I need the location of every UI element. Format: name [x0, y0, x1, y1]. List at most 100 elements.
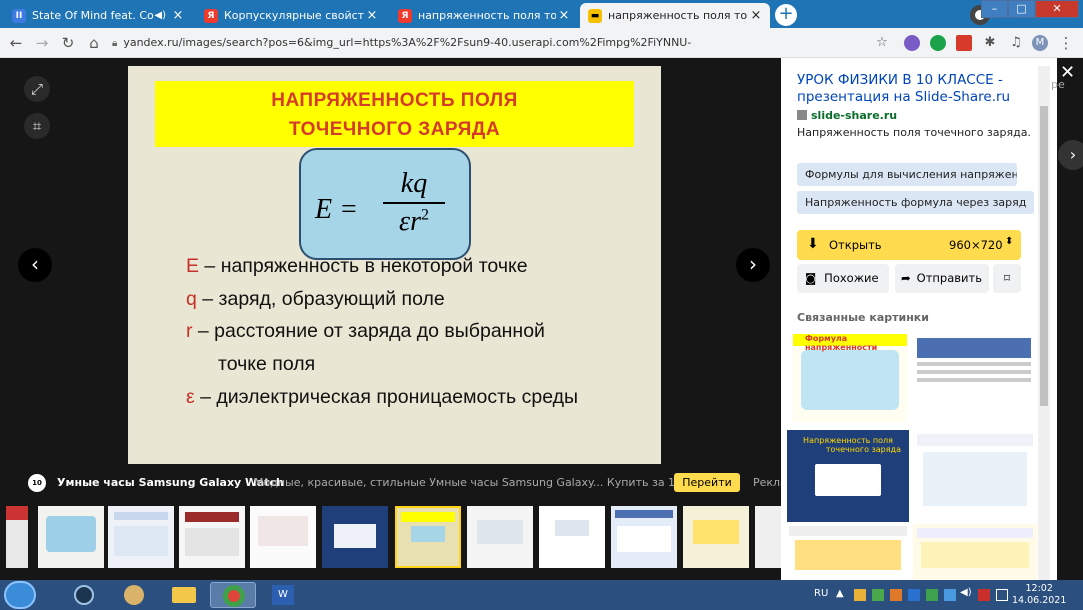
- maximize-button[interactable]: □: [1008, 0, 1035, 18]
- chrome-taskbar-icon[interactable]: [210, 582, 256, 608]
- tray-app-icon[interactable]: [872, 589, 884, 601]
- thumbnail-strip: [0, 506, 781, 572]
- definition-line: ε – диэлектрическая проницаемость среды: [186, 386, 579, 408]
- crop-icon[interactable]: ⌗: [24, 113, 50, 139]
- camera-icon: ◙: [805, 271, 817, 285]
- start-button[interactable]: [4, 581, 36, 609]
- search-suggestion-chip[interactable]: Напряженность формула через заряд: [797, 191, 1035, 214]
- source-title[interactable]: УРОК ФИЗИКИ В 10 КЛАССЕ - презентация на…: [797, 72, 1037, 106]
- related-image[interactable]: [913, 334, 1035, 422]
- thumbnail[interactable]: [467, 506, 533, 568]
- thumbnail[interactable]: [755, 506, 781, 568]
- thumbnail[interactable]: [539, 506, 605, 568]
- ad-description: Модные, красивые, стильные Умные часы Sa…: [254, 476, 721, 489]
- ad-title[interactable]: Умные часы Samsung Galaxy Watch: [57, 476, 284, 489]
- explorer-taskbar-icon[interactable]: [160, 582, 206, 608]
- related-image[interactable]: Напряженность поля точечного заряда: [787, 430, 909, 522]
- tray-arrow-icon[interactable]: ▲: [836, 588, 844, 599]
- bookmark-icon[interactable]: ⌑: [993, 264, 1021, 293]
- new-tab-button[interactable]: +: [775, 4, 797, 26]
- yandex-icon: Я: [398, 8, 412, 23]
- speaker-icon[interactable]: ◀︎): [154, 10, 166, 21]
- share-button[interactable]: ➦ Отправить: [895, 264, 989, 293]
- bookmark-star-icon[interactable]: ☆: [872, 33, 892, 53]
- thumbnail[interactable]: [6, 506, 28, 568]
- forward-button[interactable]: →: [32, 33, 52, 53]
- next-page-button[interactable]: ›: [1058, 140, 1083, 170]
- source-description: Напряженность поля точечного заряда.: [797, 126, 1031, 139]
- browser-toolbar: ← → ↻ ⌂ 🔒︎ yandex.ru/images/search?pos=6&…: [0, 28, 1083, 72]
- tray-app-icon[interactable]: [926, 589, 938, 601]
- notification-icon[interactable]: [996, 589, 1008, 601]
- shield-check-icon[interactable]: [930, 35, 946, 51]
- steam-taskbar-icon[interactable]: [60, 582, 106, 608]
- extension-icon[interactable]: [956, 35, 972, 51]
- close-tab-icon[interactable]: ×: [556, 8, 572, 23]
- yandex-icon: Я: [204, 8, 218, 23]
- tab-field-strength-active[interactable]: ▬ напряженность поля точечного ×: [580, 3, 770, 28]
- formula-fraction: kq εr2: [383, 168, 445, 238]
- definition-line: r – расстояние от заряда до выбранной: [186, 320, 545, 342]
- tab-music[interactable]: II State Of Mind feat. Coppa — ◀︎) ×: [4, 3, 192, 28]
- system-clock[interactable]: 12:02 14.06.2021: [1012, 583, 1066, 607]
- reload-button[interactable]: ↻: [58, 33, 78, 53]
- thumbnail[interactable]: [250, 506, 316, 568]
- scrollbar-thumb[interactable]: [1040, 106, 1048, 406]
- size-select-icon[interactable]: ⬍: [1005, 236, 1013, 247]
- media-control-icon[interactable]: ♫: [1006, 33, 1026, 53]
- thumbnail-selected[interactable]: [395, 506, 461, 568]
- close-tab-icon[interactable]: ×: [170, 8, 186, 23]
- extension-icon[interactable]: [904, 35, 920, 51]
- site-icon: [797, 110, 807, 120]
- puzzle-icon[interactable]: ✱: [980, 33, 1000, 53]
- tray-app-icon[interactable]: [908, 589, 920, 601]
- thumbnail[interactable]: [179, 506, 245, 568]
- close-window-button[interactable]: ✕: [1035, 0, 1079, 18]
- tab-bar: II State Of Mind feat. Coppa — ◀︎) × Я К…: [0, 0, 1083, 28]
- minimize-button[interactable]: –: [981, 0, 1008, 18]
- search-suggestion-chip[interactable]: Формулы для вычисления напряженност...: [797, 163, 1017, 186]
- menu-kebab-icon[interactable]: ⋮: [1056, 33, 1076, 53]
- definition-line: q – заряд, образующий поле: [186, 288, 445, 310]
- tab-corpuscular[interactable]: Я Корпускулярные свойства свет ×: [196, 3, 386, 28]
- panel-scrollbar[interactable]: [1038, 66, 1050, 580]
- thumbnail[interactable]: [683, 506, 749, 568]
- image-viewer: ⤢ ⌗ ‹ › НАПРЯЖЕННОСТЬ ПОЛЯ ТОЧЕЧНОГО ЗАР…: [0, 58, 787, 580]
- home-button[interactable]: ⌂: [84, 33, 104, 53]
- bluetooth-icon[interactable]: [944, 589, 956, 601]
- open-image-button[interactable]: ⬇ Открыть 960×720 ⬍: [797, 230, 1021, 260]
- tab-field-strength[interactable]: Я напряженность поля точечного ×: [390, 3, 578, 28]
- back-button[interactable]: ←: [6, 33, 26, 53]
- related-image[interactable]: Формула напряженности: [793, 334, 907, 422]
- avatar[interactable]: M: [1032, 35, 1048, 51]
- lock-icon: 🔒︎: [112, 38, 118, 49]
- next-image-button[interactable]: ›: [736, 248, 770, 282]
- address-bar[interactable]: 🔒︎ yandex.ru/images/search?pos=6&img_url=…: [112, 32, 902, 72]
- definition-line: E – напряженность в некоторой точке: [186, 255, 528, 277]
- related-image[interactable]: [787, 524, 909, 580]
- tray-app-icon[interactable]: [854, 589, 866, 601]
- volume-icon[interactable]: ◀︎): [960, 587, 972, 598]
- slide-image[interactable]: НАПРЯЖЕННОСТЬ ПОЛЯ ТОЧЕЧНОГО ЗАРЯДА E = …: [128, 66, 661, 464]
- previous-image-button[interactable]: ‹: [18, 248, 52, 282]
- similar-button[interactable]: ◙ Похожие: [797, 264, 889, 293]
- fullscreen-icon[interactable]: ⤢: [24, 76, 50, 102]
- thumbnail[interactable]: [108, 506, 174, 568]
- thumbnail[interactable]: [611, 506, 677, 568]
- related-image[interactable]: [913, 430, 1037, 522]
- tray-app-icon[interactable]: [890, 589, 902, 601]
- close-tab-icon[interactable]: ×: [364, 8, 380, 23]
- definition-line: точке поля: [218, 353, 316, 375]
- close-tab-icon[interactable]: ×: [748, 8, 764, 23]
- related-images-heading: Связанные картинки: [797, 311, 929, 324]
- word-taskbar-icon[interactable]: W: [260, 582, 306, 608]
- formula-box: E = kq εr2: [299, 148, 471, 260]
- language-indicator[interactable]: RU: [814, 588, 828, 599]
- source-site[interactable]: slide-share.ru: [797, 109, 897, 122]
- ad-go-button[interactable]: Перейти: [674, 473, 740, 492]
- related-image[interactable]: [913, 524, 1037, 580]
- flag-icon[interactable]: [978, 589, 990, 601]
- thumbnail[interactable]: [38, 506, 104, 568]
- thumbnail[interactable]: [322, 506, 388, 568]
- paint-taskbar-icon[interactable]: [110, 582, 156, 608]
